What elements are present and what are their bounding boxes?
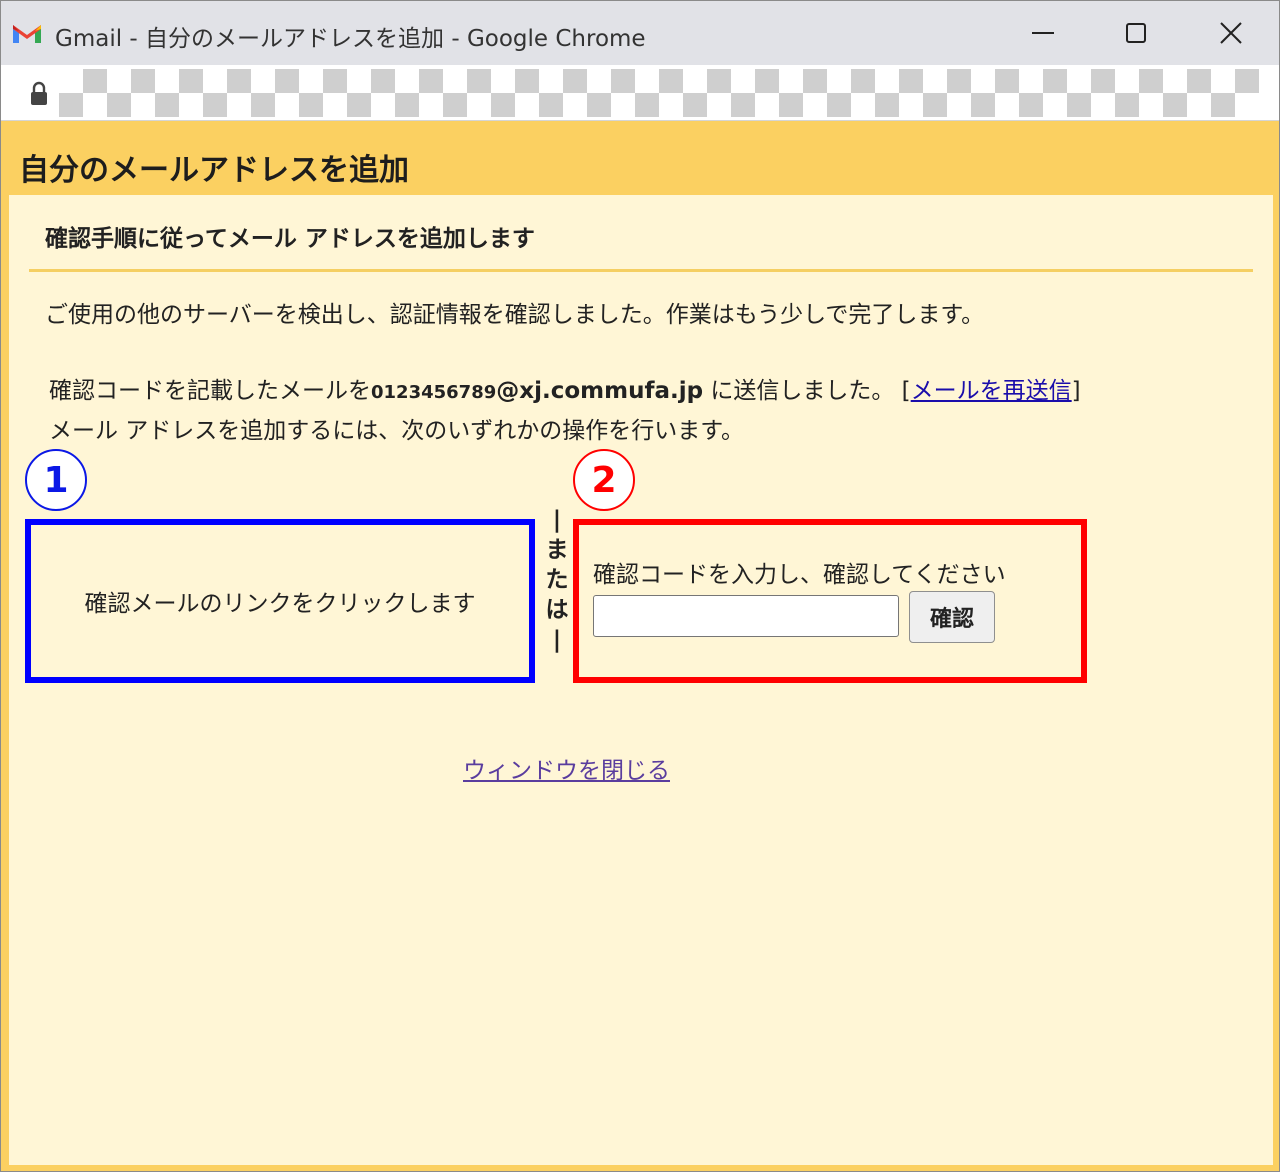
dialog-page: 自分のメールアドレスを追加 確認手順に従ってメール アドレスを追加します ご使用…	[1, 121, 1279, 1171]
email-address: 0123456789@xj.commufa.jp	[371, 378, 703, 404]
sent-prefix: 確認コードを記載したメールを	[49, 378, 371, 404]
option-1-text: 確認メールのリンクをクリックします	[84, 591, 476, 617]
url-redacted[interactable]	[59, 69, 1259, 117]
minimize-icon	[1032, 32, 1054, 34]
option-2-box: 確認コードを入力し、確認してください 確認	[573, 519, 1087, 683]
sent-message: 確認コードを記載したメールを0123456789@xj.commufa.jp に…	[49, 371, 1081, 405]
gmail-logo-icon	[13, 25, 41, 43]
option-1-badge: 1	[25, 449, 87, 511]
title-bar: Gmail - 自分のメールアドレスを追加 - Google Chrome	[1, 1, 1279, 65]
close-window-button[interactable]	[1201, 9, 1261, 57]
verification-code-input[interactable]	[593, 595, 899, 637]
minimize-button[interactable]	[1013, 9, 1073, 57]
or-char: は	[545, 597, 569, 623]
close-window-link[interactable]: ウィンドウを閉じる	[463, 751, 670, 785]
or-char: |	[552, 507, 562, 533]
page-title: 自分のメールアドレスを追加	[19, 153, 409, 188]
divider	[29, 269, 1253, 272]
content-area: 確認手順に従ってメール アドレスを追加します ご使用の他のサーバーを検出し、認証…	[9, 195, 1273, 1165]
or-separator: | ま た は |	[541, 505, 573, 695]
email-domain: @xj.commufa.jp	[496, 378, 704, 404]
subtitle: 確認手順に従ってメール アドレスを追加します	[45, 226, 535, 252]
resend-email-link[interactable]: メールを再送信	[911, 378, 1072, 404]
close-icon	[1220, 22, 1242, 44]
sent-suffix: に送信しました。 [	[703, 378, 911, 404]
lock-icon	[31, 81, 47, 105]
option-2-badge: 2	[573, 449, 635, 511]
detected-message: ご使用の他のサーバーを検出し、認証情報を確認しました。作業はもう少しで完了します…	[45, 302, 985, 328]
resend-close-bracket: ]	[1071, 378, 1081, 404]
window-title: Gmail - 自分のメールアドレスを追加 - Google Chrome	[55, 26, 646, 52]
email-local-part: 0123456789	[371, 382, 497, 403]
or-char: ま	[545, 537, 569, 563]
browser-window: Gmail - 自分のメールアドレスを追加 - Google Chrome 自分…	[0, 0, 1280, 1172]
confirm-button[interactable]: 確認	[909, 591, 995, 643]
option-1-box: 確認メールのリンクをクリックします	[25, 519, 535, 683]
maximize-icon	[1126, 23, 1146, 43]
or-char: た	[545, 567, 569, 593]
maximize-button[interactable]	[1106, 9, 1166, 57]
instruction-text: メール アドレスを追加するには、次のいずれかの操作を行います。	[49, 418, 745, 444]
address-bar[interactable]	[1, 65, 1279, 121]
page-header: 自分のメールアドレスを追加	[1, 121, 1279, 195]
code-input-label: 確認コードを入力し、確認してください	[593, 562, 1006, 588]
or-char: |	[552, 627, 562, 653]
